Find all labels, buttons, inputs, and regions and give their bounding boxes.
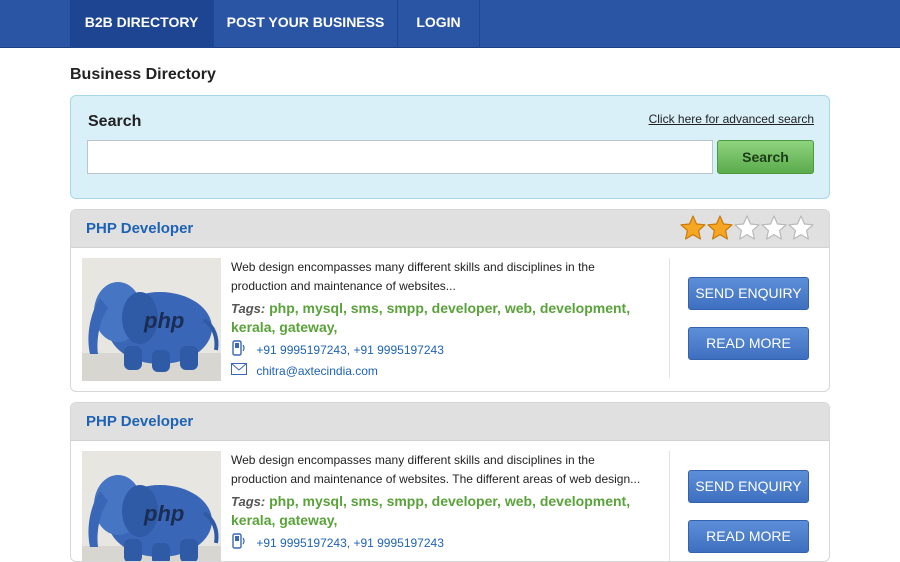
- page-title: Business Directory: [70, 66, 216, 83]
- listing-description-line: Web design encompasses many different sk…: [231, 453, 595, 467]
- star-empty-icon[interactable]: [787, 214, 815, 242]
- tags-label: Tags:: [231, 301, 266, 316]
- read-more-button[interactable]: READ MORE: [688, 520, 809, 553]
- listing-title[interactable]: PHP Developer: [86, 413, 193, 430]
- listing-email: chitra@axtecindia.com: [231, 362, 378, 378]
- listing-card: PHP Developer php Web design encompasses…: [70, 209, 830, 392]
- search-heading: Search: [88, 113, 142, 130]
- listing-tags: Tags: php, mysql, sms, smpp, developer, …: [231, 492, 661, 529]
- listing-header: PHP Developer: [71, 403, 829, 441]
- top-navigation: B2B DIRECTORY POST YOUR BUSINESS LOGIN: [0, 0, 900, 48]
- listing-description: Web design encompasses many different sk…: [231, 258, 661, 296]
- listing-description-line: production and maintenance of websites..…: [231, 279, 456, 293]
- thumbnail-logo-text: php: [143, 501, 184, 526]
- thumbnail-logo-text: php: [143, 308, 184, 333]
- mobile-phone-icon: [231, 340, 247, 360]
- listing-header: PHP Developer: [71, 210, 829, 248]
- php-elephant-image: php: [82, 451, 221, 561]
- php-elephant-image: php: [82, 258, 221, 381]
- nav-b2b-directory[interactable]: B2B DIRECTORY: [70, 0, 214, 48]
- email-address[interactable]: chitra@axtecindia.com: [256, 364, 378, 378]
- column-divider: [669, 258, 670, 378]
- listing-phone: +91 9995197243, +91 9995197243: [231, 533, 444, 550]
- send-enquiry-button[interactable]: SEND ENQUIRY: [688, 470, 809, 503]
- listing-description-line: Web design encompasses many different sk…: [231, 260, 595, 274]
- nav-post-your-business[interactable]: POST YOUR BUSINESS: [214, 0, 398, 48]
- rating-stars: [680, 214, 815, 242]
- search-panel: Search Click here for advanced search Se…: [70, 95, 830, 199]
- mobile-phone-icon: [231, 533, 247, 553]
- listing-phone: +91 9995197243, +91 9995197243: [231, 340, 444, 357]
- advanced-search-link[interactable]: Click here for advanced search: [649, 112, 814, 126]
- listing-description: Web design encompasses many different sk…: [231, 451, 661, 489]
- listing-thumbnail[interactable]: php: [82, 451, 221, 561]
- search-button[interactable]: Search: [717, 140, 814, 174]
- listing-tags: Tags: php, mysql, sms, smpp, developer, …: [231, 299, 661, 336]
- tags-list: php, mysql, sms, smpp, developer, web, d…: [231, 300, 631, 335]
- tags-label: Tags:: [231, 494, 266, 509]
- column-divider: [669, 451, 670, 561]
- envelope-icon: [231, 362, 247, 379]
- phone-numbers[interactable]: +91 9995197243, +91 9995197243: [256, 536, 444, 550]
- listing-title[interactable]: PHP Developer: [86, 220, 193, 237]
- tags-list: php, mysql, sms, smpp, developer, web, d…: [231, 493, 631, 528]
- listing-description-line: production and maintenance of websites. …: [231, 472, 641, 486]
- star-filled-icon[interactable]: [706, 214, 734, 242]
- star-empty-icon[interactable]: [733, 214, 761, 242]
- star-empty-icon[interactable]: [760, 214, 788, 242]
- nav-login[interactable]: LOGIN: [398, 0, 480, 48]
- listing-card: PHP Developer php Web design encompasses…: [70, 402, 830, 562]
- send-enquiry-button[interactable]: SEND ENQUIRY: [688, 277, 809, 310]
- phone-numbers[interactable]: +91 9995197243, +91 9995197243: [256, 343, 444, 357]
- listing-thumbnail[interactable]: php: [82, 258, 221, 381]
- read-more-button[interactable]: READ MORE: [688, 327, 809, 360]
- star-filled-icon[interactable]: [679, 214, 707, 242]
- search-input[interactable]: [87, 140, 713, 174]
